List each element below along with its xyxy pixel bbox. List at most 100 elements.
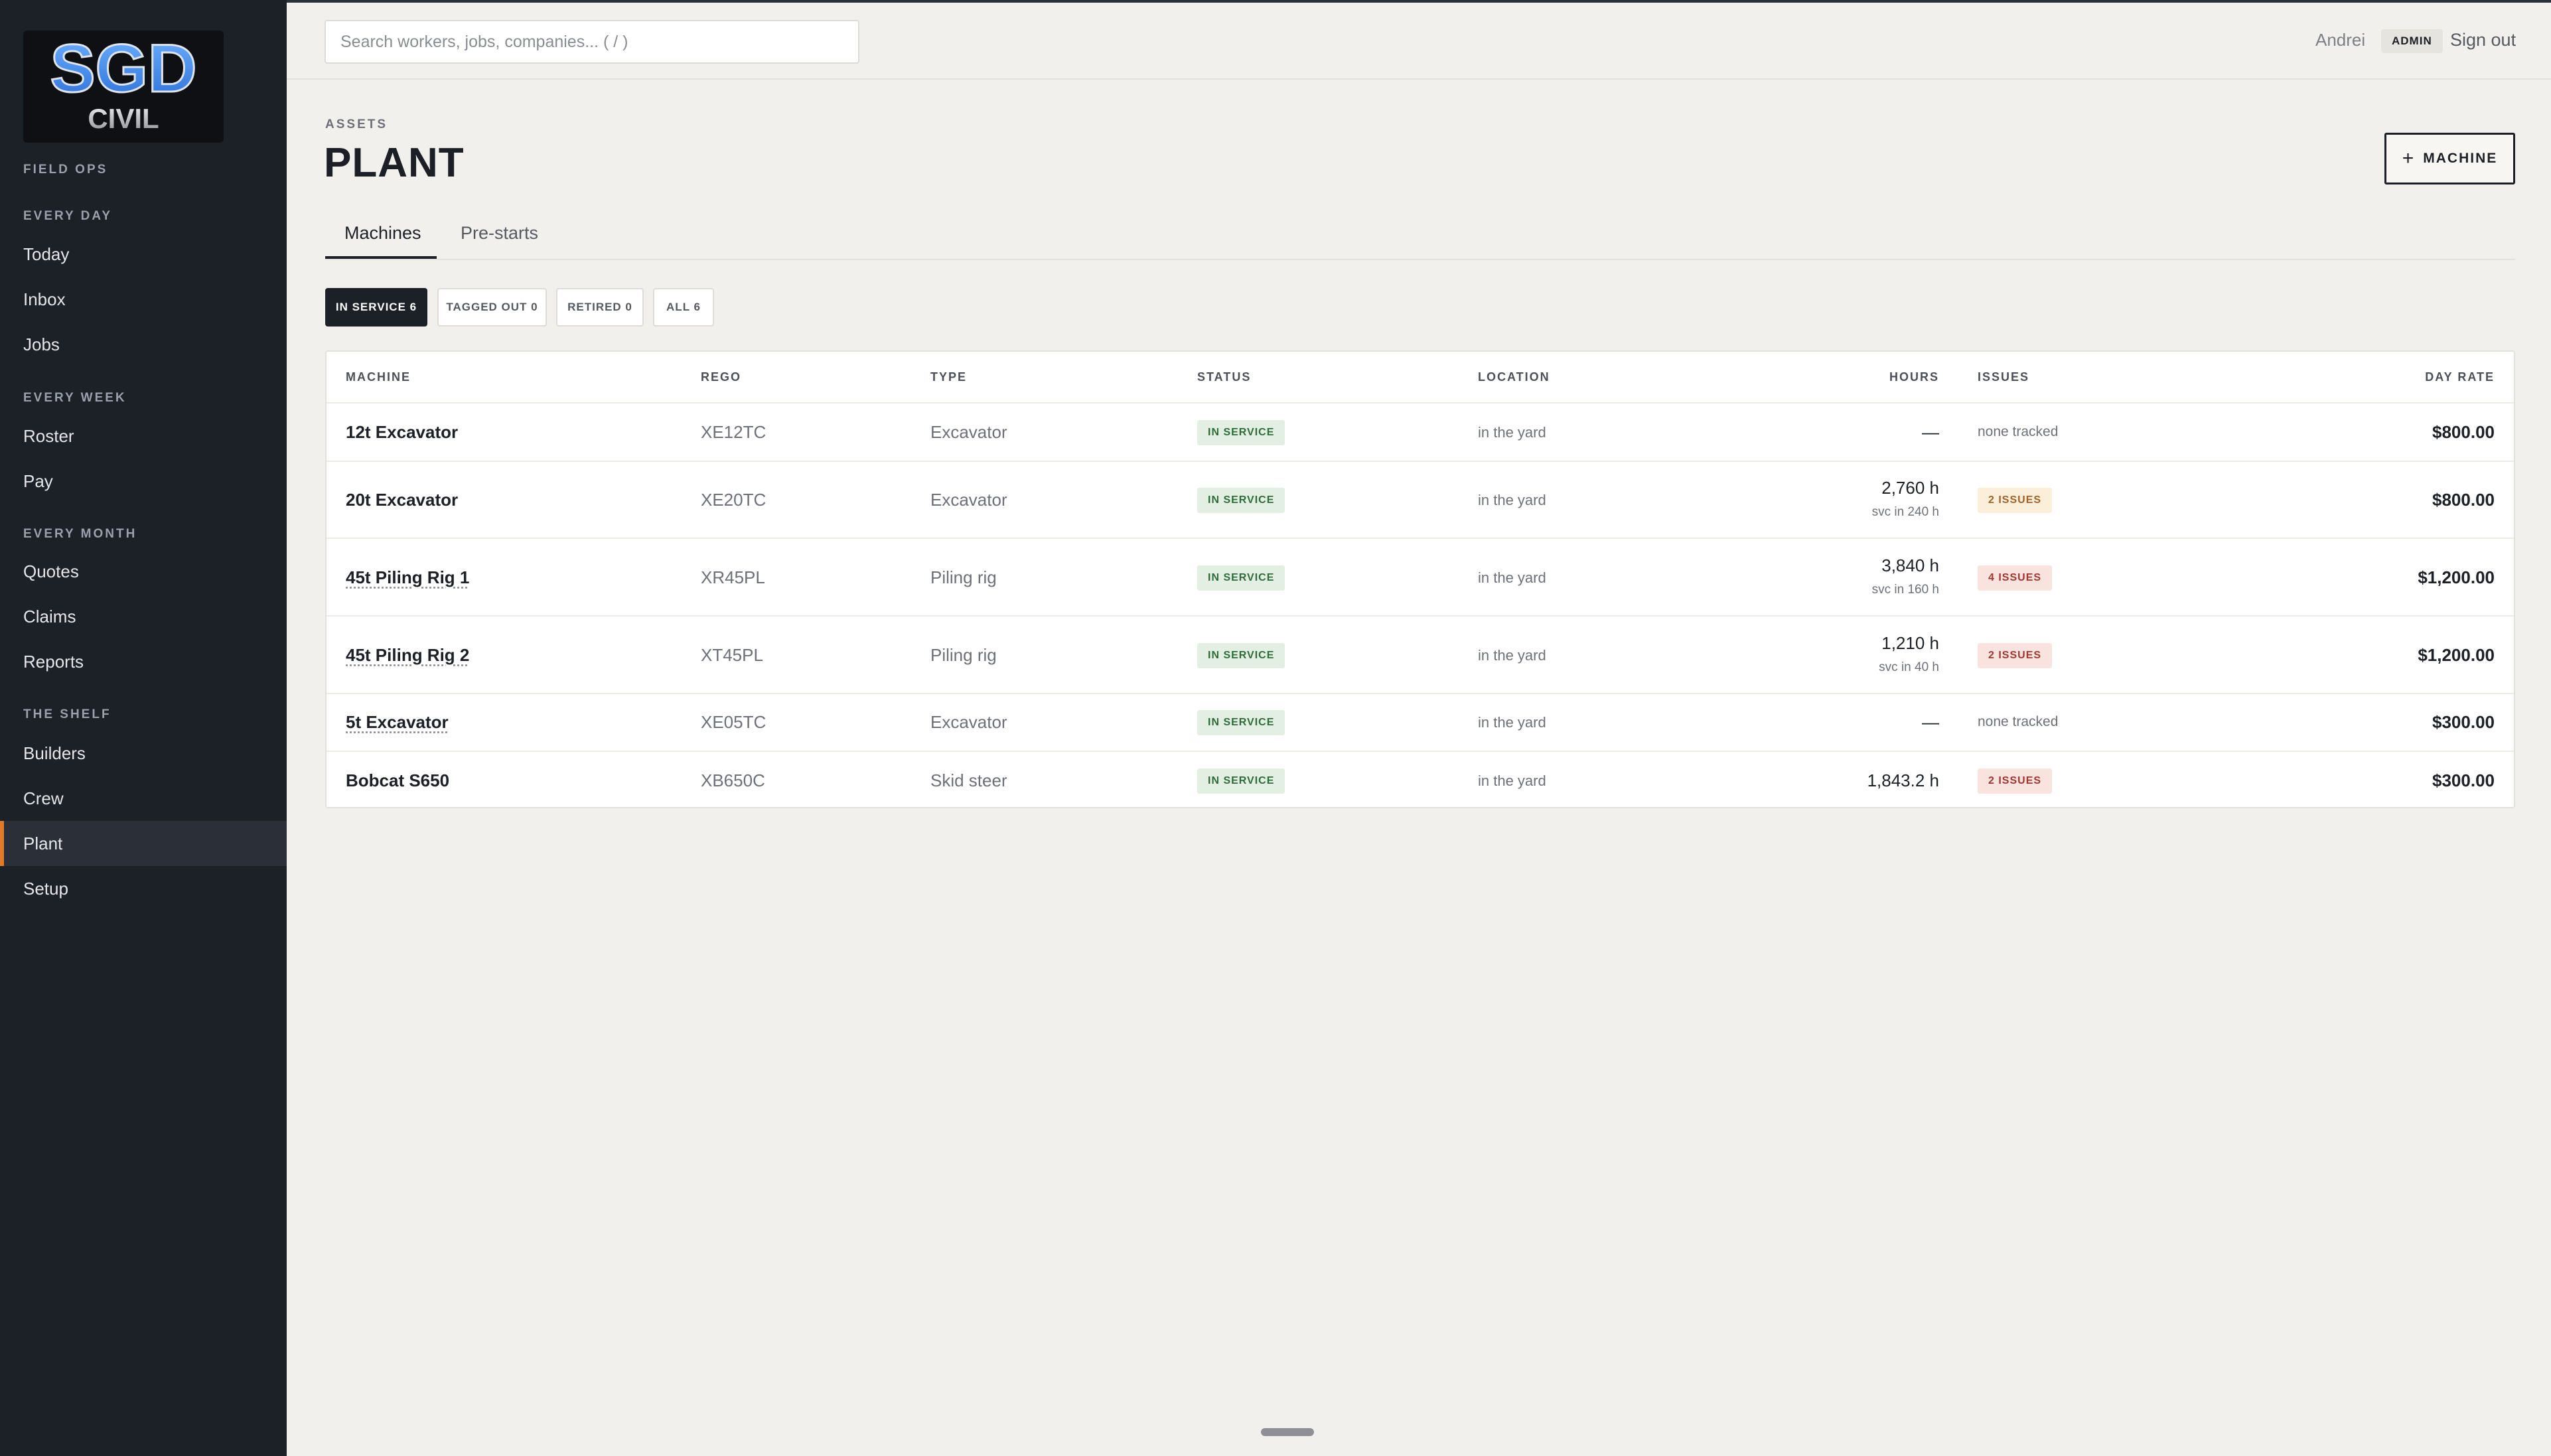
- sidebar-item-reports[interactable]: Reports: [0, 639, 287, 684]
- machine-type: Piling rig: [930, 645, 997, 665]
- column-header-issues[interactable]: ISSUES: [1978, 370, 2029, 384]
- sidebar-item-crew[interactable]: Crew: [0, 776, 287, 821]
- filter-all[interactable]: ALL 6: [653, 288, 714, 327]
- status-badge: IN SERVICE: [1197, 420, 1285, 445]
- machine-location: in the yard: [1478, 714, 1546, 731]
- issues-badge[interactable]: 2 ISSUES: [1978, 768, 2053, 794]
- active-tab-indicator: [325, 256, 437, 259]
- issues-badge[interactable]: 2 ISSUES: [1978, 643, 2053, 668]
- machine-location: in the yard: [1478, 647, 1546, 664]
- machine-name[interactable]: 45t Piling Rig 1: [346, 567, 469, 588]
- column-header-day-rate[interactable]: DAY RATE: [2425, 370, 2495, 384]
- status-badge: IN SERVICE: [1197, 710, 1285, 735]
- table-row[interactable]: 45t Piling Rig 2 XT45PL Piling rig IN SE…: [327, 615, 2514, 693]
- issues-badge[interactable]: 2 ISSUES: [1978, 488, 2053, 513]
- issues-none: none tracked: [1978, 424, 2059, 439]
- column-header-hours[interactable]: HOURS: [1889, 370, 1939, 384]
- service-due: svc in 160 h: [1871, 583, 1939, 597]
- issues-none: none tracked: [1978, 714, 2059, 729]
- machine-location: in the yard: [1478, 424, 1546, 441]
- plus-icon: +: [2402, 147, 2416, 169]
- column-header-machine[interactable]: MACHINE: [346, 370, 411, 384]
- sidebar: SGD CIVIL FIELD OPS EVERY DAY Today Inbo…: [0, 0, 287, 1456]
- machine-hours: 2,760 h: [1881, 478, 1939, 498]
- sidebar-item-setup[interactable]: Setup: [0, 866, 287, 911]
- machine-type: Excavator: [930, 422, 1007, 442]
- machine-hours: —: [1922, 422, 1939, 442]
- table-row[interactable]: 20t Excavator XE20TC Excavator IN SERVIC…: [327, 461, 2514, 538]
- filter-tagged-out[interactable]: TAGGED OUT 0: [437, 288, 547, 327]
- column-header-location[interactable]: LOCATION: [1478, 370, 1550, 384]
- company-logo[interactable]: SGD CIVIL: [23, 31, 224, 143]
- page-eyebrow: ASSETS: [325, 117, 388, 131]
- status-badge: IN SERVICE: [1197, 768, 1285, 794]
- machine-type: Excavator: [930, 712, 1007, 732]
- status-badge: IN SERVICE: [1197, 565, 1285, 591]
- machine-location: in the yard: [1478, 772, 1546, 789]
- machine-rego: XB650C: [701, 770, 765, 790]
- machine-type: Excavator: [930, 490, 1007, 510]
- filter-in-service[interactable]: IN SERVICE 6: [325, 288, 427, 327]
- machine-location: in the yard: [1478, 492, 1546, 508]
- day-rate: $300.00: [2432, 712, 2495, 732]
- service-due: svc in 240 h: [1871, 505, 1939, 519]
- tab-pre-starts[interactable]: Pre-starts: [461, 223, 538, 244]
- machine-hours: 3,840 h: [1881, 555, 1939, 575]
- machine-hours: —: [1922, 712, 1939, 732]
- status-badge: IN SERVICE: [1197, 643, 1285, 668]
- machines-table: MACHINE REGO TYPE STATUS LOCATION HOURS …: [325, 350, 2515, 808]
- add-machine-label: MACHINE: [2423, 151, 2498, 166]
- machine-hours: 1,210 h: [1881, 633, 1939, 653]
- nav-section-field-ops: FIELD OPS: [23, 163, 108, 177]
- sidebar-item-quotes[interactable]: Quotes: [0, 549, 287, 594]
- machine-name[interactable]: Bobcat S650: [346, 770, 449, 791]
- column-header-rego[interactable]: REGO: [701, 370, 741, 384]
- issues-badge[interactable]: 4 ISSUES: [1978, 565, 2053, 591]
- role-badge: ADMIN: [2381, 29, 2443, 53]
- status-badge: IN SERVICE: [1197, 488, 1285, 513]
- sidebar-item-roster[interactable]: Roster: [0, 413, 287, 459]
- search-input[interactable]: [325, 20, 859, 64]
- column-header-type[interactable]: TYPE: [930, 370, 967, 384]
- nav-group-the-shelf: THE SHELF: [23, 707, 111, 721]
- sidebar-item-builders[interactable]: Builders: [0, 731, 287, 776]
- logo-civil-text: CIVIL: [88, 103, 159, 134]
- machine-rego: XR45PL: [701, 567, 765, 587]
- machine-type: Skid steer: [930, 770, 1007, 790]
- tab-machines[interactable]: Machines: [344, 223, 421, 244]
- machine-name[interactable]: 12t Excavator: [346, 422, 458, 443]
- sidebar-item-jobs[interactable]: Jobs: [0, 322, 287, 367]
- nav-group-every-month: EVERY MONTH: [23, 527, 137, 541]
- tab-bar: Machines Pre-starts: [325, 219, 2515, 260]
- table-row[interactable]: 12t Excavator XE12TC Excavator IN SERVIC…: [327, 402, 2514, 461]
- service-due: svc in 40 h: [1879, 660, 1939, 674]
- machine-name[interactable]: 5t Excavator: [346, 712, 449, 733]
- sidebar-item-plant[interactable]: Plant: [0, 821, 287, 866]
- add-machine-button[interactable]: + MACHINE: [2384, 133, 2515, 184]
- scroll-handle[interactable]: [1261, 1428, 1314, 1436]
- filter-retired[interactable]: RETIRED 0: [556, 288, 644, 327]
- machine-rego: XE05TC: [701, 712, 766, 732]
- sidebar-item-today[interactable]: Today: [0, 232, 287, 277]
- table-row[interactable]: 5t Excavator XE05TC Excavator IN SERVICE…: [327, 693, 2514, 751]
- day-rate: $1,200.00: [2418, 645, 2495, 665]
- column-header-status[interactable]: STATUS: [1197, 370, 1251, 384]
- table-row[interactable]: Bobcat S650 XB650C Skid steer IN SERVICE…: [327, 751, 2514, 807]
- machine-rego: XT45PL: [701, 645, 763, 665]
- machine-rego: XE12TC: [701, 422, 766, 442]
- machine-name[interactable]: 20t Excavator: [346, 490, 458, 510]
- table-row[interactable]: 45t Piling Rig 1 XR45PL Piling rig IN SE…: [327, 538, 2514, 615]
- sign-out-link[interactable]: Sign out: [2450, 30, 2516, 50]
- top-bar: [287, 0, 2551, 80]
- page-title: PLANT: [324, 140, 465, 186]
- logo-sgd-text: SGD: [50, 31, 196, 106]
- sidebar-item-pay[interactable]: Pay: [0, 459, 287, 504]
- sidebar-item-inbox[interactable]: Inbox: [0, 277, 287, 322]
- sidebar-item-claims[interactable]: Claims: [0, 594, 287, 639]
- day-rate: $800.00: [2432, 422, 2495, 442]
- machine-rego: XE20TC: [701, 490, 766, 510]
- machine-name[interactable]: 45t Piling Rig 2: [346, 645, 469, 666]
- nav-group-every-week: EVERY WEEK: [23, 391, 127, 405]
- sgd-civil-logo-graphic: SGD CIVIL: [36, 31, 210, 134]
- day-rate: $800.00: [2432, 490, 2495, 510]
